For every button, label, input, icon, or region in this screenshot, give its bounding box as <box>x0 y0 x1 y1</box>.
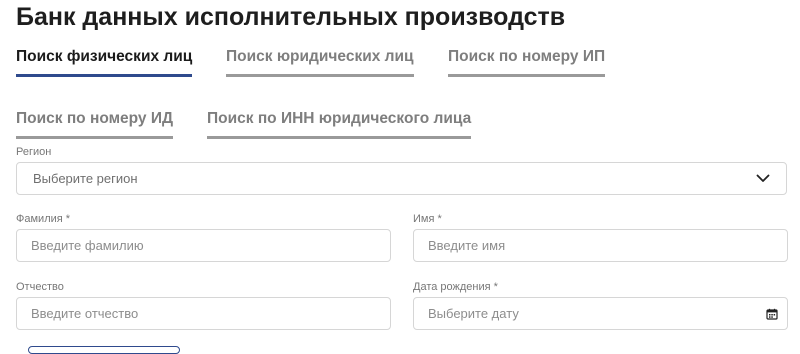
region-label: Регион <box>16 146 52 158</box>
last-name-label: Фамилия * <box>16 213 71 225</box>
last-name-input[interactable] <box>16 229 391 262</box>
tab-id-number[interactable]: Поиск по номеру ИД <box>16 110 174 139</box>
first-name-input[interactable] <box>413 229 788 262</box>
page-title: Банк данных исполнительных производств <box>16 3 566 31</box>
region-select-placeholder: Выберите регион <box>33 171 138 186</box>
first-name-label: Имя * <box>413 213 442 225</box>
tab-individuals[interactable]: Поиск физических лиц <box>16 48 193 77</box>
tab-legal-entities[interactable]: Поиск юридических лиц <box>226 48 414 77</box>
patronymic-label: Отчество <box>16 281 64 293</box>
region-select[interactable]: Выберите регион <box>16 162 787 195</box>
birth-date-input[interactable]: Выберите дату <box>413 297 788 330</box>
chevron-down-icon <box>756 174 770 183</box>
birth-date-label: Дата рождения * <box>413 281 498 293</box>
calendar-icon[interactable] <box>766 308 778 320</box>
tab-legal-inn[interactable]: Поиск по ИНН юридического лица <box>207 110 472 139</box>
patronymic-input[interactable] <box>16 297 391 330</box>
tab-ip-number[interactable]: Поиск по номеру ИП <box>448 48 606 77</box>
search-button-edge[interactable] <box>28 346 180 354</box>
birth-date-placeholder: Выберите дату <box>428 306 519 321</box>
